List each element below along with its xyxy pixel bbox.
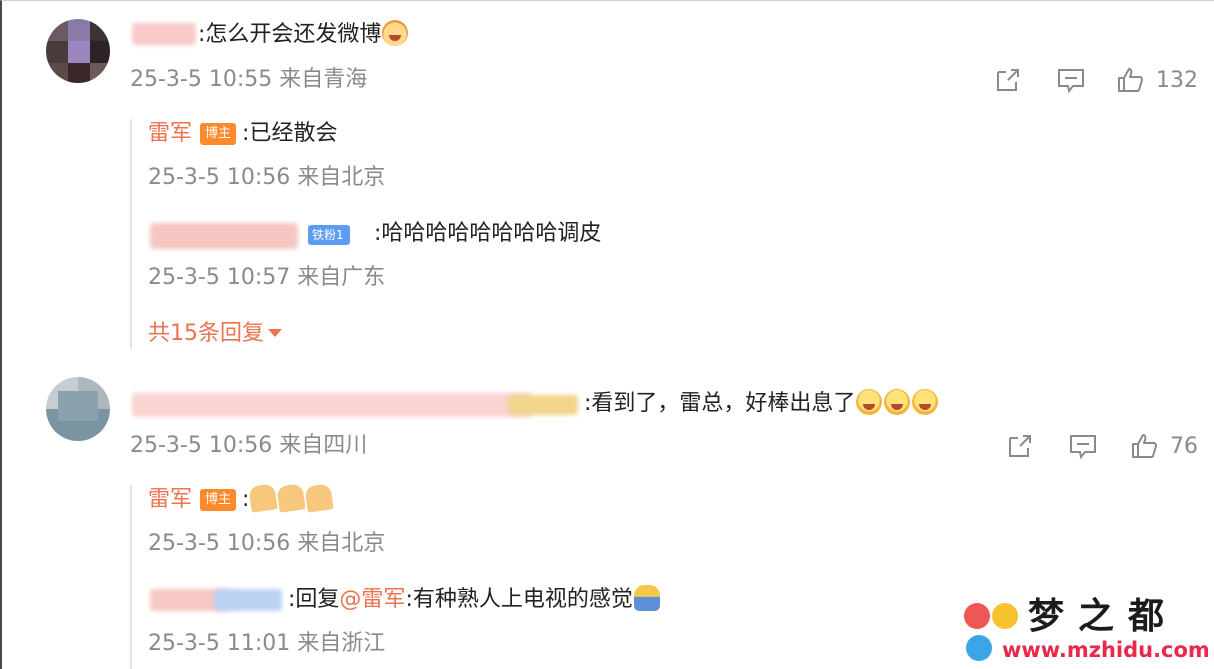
comment-icon (1058, 69, 1084, 94)
reply-text: : (242, 487, 250, 512)
share-button[interactable] (994, 65, 1022, 95)
reply-time: 25-3-5 10:56 来自北京 (148, 531, 386, 556)
badge-redacted (214, 589, 282, 611)
comment-time: 25-3-5 10:56 来自四川 (130, 433, 368, 458)
like-button[interactable]: 132 (1116, 65, 1198, 95)
comment-body: :怎么开会还发微博 (198, 22, 382, 47)
like-count: 76 (1170, 433, 1198, 459)
reply-prefix: :回复 (288, 587, 340, 612)
watermark-title: 梦之都 (1028, 596, 1179, 637)
reply-text: :哈哈哈哈哈哈哈哈调皮 (374, 221, 602, 246)
praying-hands-icon (276, 483, 307, 513)
username-redacted[interactable] (150, 223, 298, 249)
reply-item: :回复@雷军:有种熟人上电视的感觉 (288, 585, 661, 615)
crying-face-icon (856, 389, 883, 415)
praying-hands-icon (304, 483, 335, 513)
crying-face-icon (912, 389, 939, 415)
reply-time: 25-3-5 10:56 来自北京 (148, 165, 386, 190)
fan-badge: 铁粉1 (308, 225, 350, 245)
share-button[interactable] (1006, 431, 1034, 461)
avatar[interactable] (46, 377, 110, 441)
caret-down-icon (268, 329, 282, 337)
username-redacted[interactable] (132, 393, 532, 417)
more-replies-link[interactable]: 共15条回复 (148, 319, 282, 349)
comment-button[interactable] (1056, 65, 1086, 95)
like-count: 132 (1156, 67, 1198, 93)
share-icon (997, 69, 1019, 91)
username-redacted[interactable] (132, 23, 196, 45)
more-replies-label: 共15条回复 (148, 321, 264, 346)
badge-redacted (508, 395, 578, 415)
like-button[interactable]: 76 (1130, 431, 1198, 461)
share-icon (1009, 435, 1031, 457)
comment-text: :怎么开会还发微博 (198, 20, 409, 50)
comment-text: :看到了，雷总，好棒出息了 (584, 389, 939, 419)
logo-bubble-icon (964, 603, 990, 629)
comment-body: :看到了，雷总，好棒出息了 (584, 391, 856, 416)
comment-panel: :怎么开会还发微博 25-3-5 10:55 来自青海 132 雷军 博主:已经散… (0, 0, 1214, 669)
author-badge: 博主 (200, 489, 237, 511)
fan-badge-label: 铁粉1 (312, 228, 344, 242)
comment-button[interactable] (1068, 431, 1098, 461)
reply-time: 25-3-5 10:57 来自广东 (148, 265, 386, 290)
reply-username[interactable]: 雷军 (148, 487, 192, 512)
thumb-up-icon (1118, 68, 1143, 92)
author-badge: 博主 (200, 123, 237, 145)
thumb-up-icon (1132, 434, 1157, 458)
comment-time: 25-3-5 10:55 来自青海 (130, 67, 368, 92)
watermark: 梦之都 www.mzhidu.com (964, 596, 1210, 665)
mention-link[interactable]: @雷军 (339, 587, 405, 612)
comment-icon (1070, 435, 1096, 460)
reply-item: 雷军 博主:已经散会 (148, 119, 337, 149)
reply-thread-line (130, 119, 132, 349)
watermark-url: www.mzhidu.com (1002, 638, 1210, 662)
reply-time: 25-3-5 11:01 来自浙江 (148, 631, 386, 656)
reply-item: 雷军 博主: (148, 483, 335, 515)
cat-face-icon (382, 20, 409, 46)
reply-thread-line (130, 485, 132, 669)
logo-bubble-icon (992, 603, 1018, 629)
reply-username[interactable]: 雷军 (148, 121, 192, 146)
praying-hands-icon (248, 483, 279, 513)
reply-text: :已经散会 (242, 121, 338, 146)
reply-text: :有种熟人上电视的感觉 (405, 587, 633, 612)
person-icon (633, 585, 660, 611)
avatar[interactable] (46, 19, 110, 83)
crying-face-icon (884, 389, 911, 415)
logo-bubble-icon (966, 635, 992, 661)
